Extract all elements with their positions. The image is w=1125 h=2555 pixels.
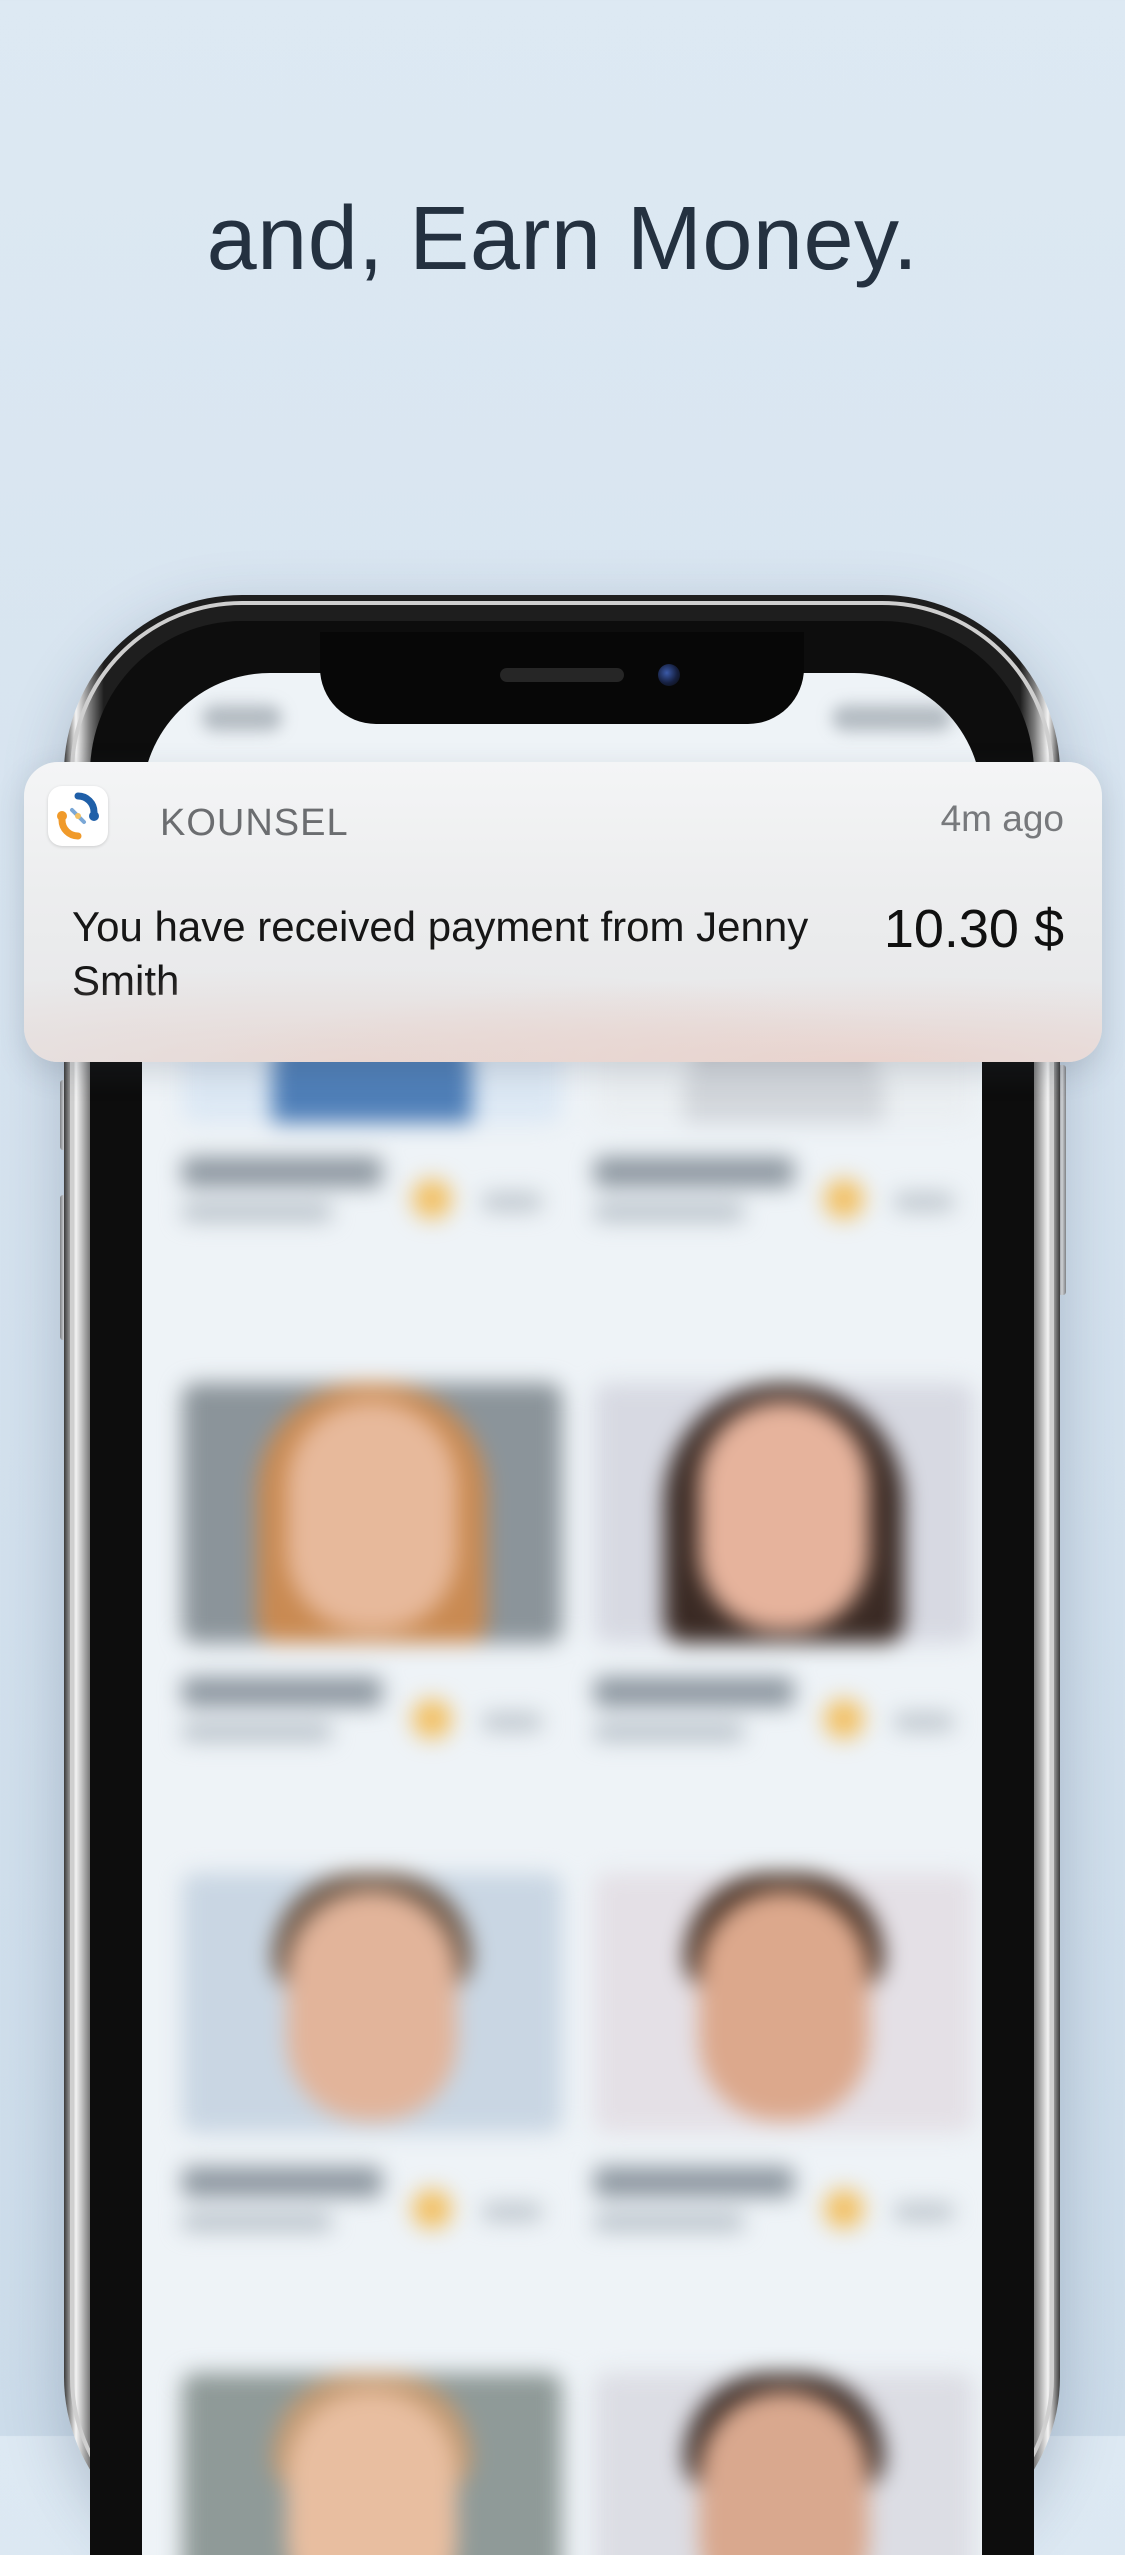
notification-message: You have received payment from Jenny Smi… bbox=[72, 903, 809, 1004]
notification-amount: 10.30 $ bbox=[883, 899, 1064, 959]
payment-notification[interactable]: KOUNSEL 4m ago You have received payment… bbox=[24, 762, 1102, 1062]
notification-time: 4m ago bbox=[940, 798, 1064, 839]
profile-card[interactable] bbox=[594, 1383, 974, 1741]
profile-card[interactable] bbox=[182, 2373, 562, 2555]
profile-card[interactable] bbox=[594, 1873, 974, 2231]
headline: and, Earn Money. bbox=[206, 189, 919, 289]
front-camera bbox=[658, 664, 680, 686]
kounsel-logo-icon bbox=[48, 786, 108, 846]
profile-card[interactable] bbox=[594, 2373, 974, 2555]
phone-notch bbox=[320, 632, 804, 724]
speaker-grille bbox=[500, 668, 624, 682]
notification-app-name: KOUNSEL bbox=[160, 802, 349, 844]
profile-card[interactable] bbox=[182, 1873, 562, 2231]
notification-header: KOUNSEL 4m ago bbox=[48, 786, 1064, 846]
profile-card[interactable] bbox=[182, 1383, 562, 1741]
